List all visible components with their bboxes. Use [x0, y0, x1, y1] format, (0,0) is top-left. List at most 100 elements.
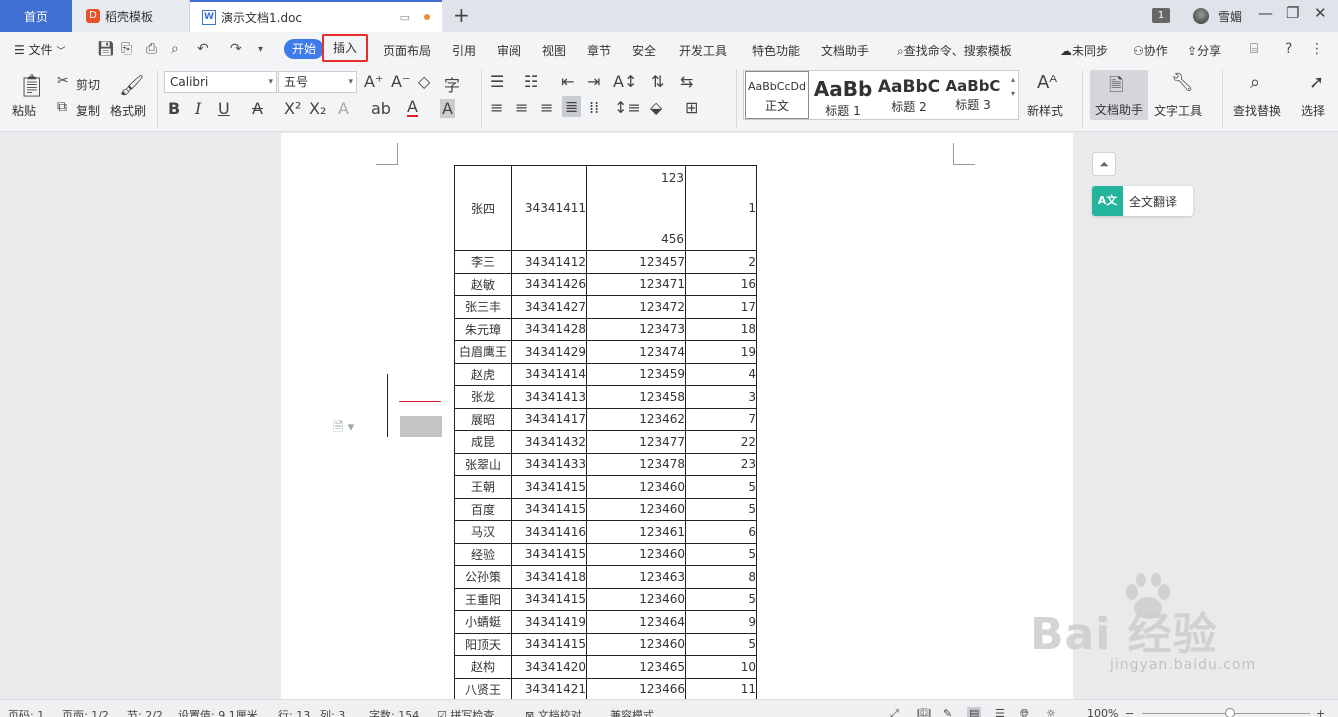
collapse-panel-button[interactable]: ⏶	[1092, 152, 1116, 176]
table-cell[interactable]: 成昆	[454, 430, 512, 454]
copy-button[interactable]: 复制	[76, 102, 100, 119]
line-spacing-icon[interactable]: ↕≡	[614, 98, 641, 117]
format-painter-icon[interactable]: 🖌︎	[119, 73, 144, 97]
table-cell[interactable]: 34341412	[511, 250, 587, 274]
table-cell[interactable]: 34341414	[511, 362, 587, 386]
menu-insert[interactable]: 插入	[322, 34, 368, 62]
table-cell[interactable]: 3	[685, 385, 757, 409]
new-style-button[interactable]: 新样式	[1027, 102, 1063, 119]
shading-icon[interactable]: ⬙	[650, 98, 662, 117]
table-cell[interactable]: 123460	[586, 632, 686, 656]
indent-icon[interactable]: ⇥	[587, 72, 600, 91]
table-cell[interactable]: 123477	[586, 430, 686, 454]
user-avatar[interactable]	[1193, 8, 1209, 24]
table-cell[interactable]: 李三	[454, 250, 512, 274]
borders-icon[interactable]: ⊞	[685, 98, 698, 117]
menu-assistant[interactable]: 文档助手	[821, 42, 869, 59]
minimize-button[interactable]: —	[1258, 4, 1273, 22]
find-replace-icon[interactable]: ⌕	[1250, 72, 1260, 93]
new-tab-button[interactable]: +	[453, 3, 470, 27]
redo-icon[interactable]: ↷	[230, 41, 242, 57]
align-justify-icon[interactable]: ≣	[562, 96, 582, 117]
share-button[interactable]: ⇪分享	[1187, 42, 1221, 59]
table-cell[interactable]: 34341417	[511, 407, 587, 431]
table-cell[interactable]: 34341419	[511, 610, 587, 634]
pen-icon[interactable]: ✎	[943, 707, 952, 717]
file-menu[interactable]: ☰ 文件 ﹀	[14, 41, 65, 58]
table-cell[interactable]: 5	[685, 497, 757, 521]
table-cell[interactable]: 123460	[586, 497, 686, 521]
table-cell[interactable]: 23	[685, 452, 757, 476]
doc-assistant-button[interactable]: 🗎︎ 文档助手	[1090, 70, 1148, 120]
table-cell[interactable]: 123460	[586, 475, 686, 499]
collab-button[interactable]: ⚇协作	[1133, 42, 1168, 59]
zoom-level[interactable]: 100%	[1087, 707, 1118, 717]
restore-button[interactable]: ❐	[1286, 4, 1299, 22]
status-setting[interactable]: 设置值: 9.1厘米	[178, 707, 258, 717]
table-cell[interactable]: 34341427	[511, 295, 587, 319]
outdent-icon[interactable]: ⇤	[561, 72, 574, 91]
table-cell[interactable]: 34341415	[511, 497, 587, 521]
web-view-icon[interactable]: 🌐︎	[1020, 707, 1029, 717]
table-cell[interactable]: 34341426	[511, 272, 587, 296]
table-cell[interactable]: 百度	[454, 497, 512, 521]
table-cell[interactable]: 34341420	[511, 655, 587, 679]
table-cell[interactable]: 6	[685, 520, 757, 544]
table-cell[interactable]: 123459	[586, 362, 686, 386]
new-style-icon[interactable]: Aᴬ	[1037, 72, 1057, 93]
table-cell[interactable]: 34341429	[511, 340, 587, 364]
table-cell[interactable]: 34341415	[511, 632, 587, 656]
font-size-select[interactable]: 五号 ▾	[278, 71, 357, 93]
table-cell[interactable]: 王朝	[454, 475, 512, 499]
table-cell[interactable]: 5	[685, 542, 757, 566]
menu-devtools[interactable]: 开发工具	[679, 42, 727, 59]
table-cell[interactable]: 34341416	[511, 520, 587, 544]
menu-reference[interactable]: 引用	[452, 42, 476, 59]
table-cell[interactable]: 5	[685, 587, 757, 611]
table-cell[interactable]: 123478	[586, 452, 686, 476]
full-translate-button[interactable]: A文 全文翻译	[1092, 186, 1193, 216]
table-cell[interactable]: 展昭	[454, 407, 512, 431]
user-name[interactable]: 雪媚	[1218, 8, 1242, 25]
sort-icon[interactable]: ⇅	[651, 72, 664, 91]
strikethrough-icon[interactable]: A	[252, 99, 263, 118]
align-left-icon[interactable]: ≡	[490, 98, 503, 117]
table-cell[interactable]: 10	[685, 655, 757, 679]
table-cell[interactable]: 34341415	[511, 542, 587, 566]
command-search[interactable]: ⌕查找命令、搜索模板	[897, 42, 1012, 59]
menu-view[interactable]: 视图	[542, 42, 566, 59]
export-icon[interactable]: ⎘	[121, 41, 132, 57]
style-normal[interactable]: AaBbCcDd 正文	[745, 71, 809, 119]
table-cell[interactable]: 34341418	[511, 565, 587, 589]
table-cell[interactable]: 123471	[586, 272, 686, 296]
font-name-select[interactable]: Calibri ▾	[164, 71, 277, 93]
print-preview-icon[interactable]: ⌕	[171, 41, 179, 57]
select-button[interactable]: 选择	[1301, 102, 1325, 119]
table-cell[interactable]: 公孙策	[454, 565, 512, 589]
status-words[interactable]: 字数: 154	[369, 707, 419, 717]
table-cell[interactable]: 123461	[586, 520, 686, 544]
table-cell[interactable]: 11	[685, 677, 757, 701]
gallery-scroll-down-icon[interactable]: ▾	[1011, 89, 1015, 98]
highlight-icon[interactable]: ab	[371, 99, 391, 118]
table-cell[interactable]: 123460	[586, 542, 686, 566]
table-cell[interactable]: 34341415	[511, 475, 587, 499]
table-cell[interactable]: 19	[685, 340, 757, 364]
table-cell[interactable]: 赵敏	[454, 272, 512, 296]
style-heading-3[interactable]: AaBbC 标题 3	[942, 71, 1004, 119]
table-cell[interactable]: 123462	[586, 407, 686, 431]
table-cell[interactable]: 4	[685, 362, 757, 386]
table-cell[interactable]: 123464	[586, 610, 686, 634]
table-cell[interactable]: 17	[685, 295, 757, 319]
format-painter-button[interactable]: 格式刷	[110, 102, 146, 119]
font-color-icon[interactable]: A	[407, 99, 418, 117]
find-replace-button[interactable]: 查找替换	[1233, 102, 1281, 119]
table-cell[interactable]: 34341411	[511, 165, 587, 251]
cut-button[interactable]: 剪切	[76, 76, 100, 93]
table-cell[interactable]: 9	[685, 610, 757, 634]
eye-protect-icon[interactable]: ☼	[1046, 707, 1056, 717]
table-cell[interactable]: 123463	[586, 565, 686, 589]
menu-layout[interactable]: 页面布局	[383, 42, 431, 59]
status-page-number[interactable]: 页码: 1	[8, 707, 44, 717]
table-cell[interactable]: 赵构	[454, 655, 512, 679]
